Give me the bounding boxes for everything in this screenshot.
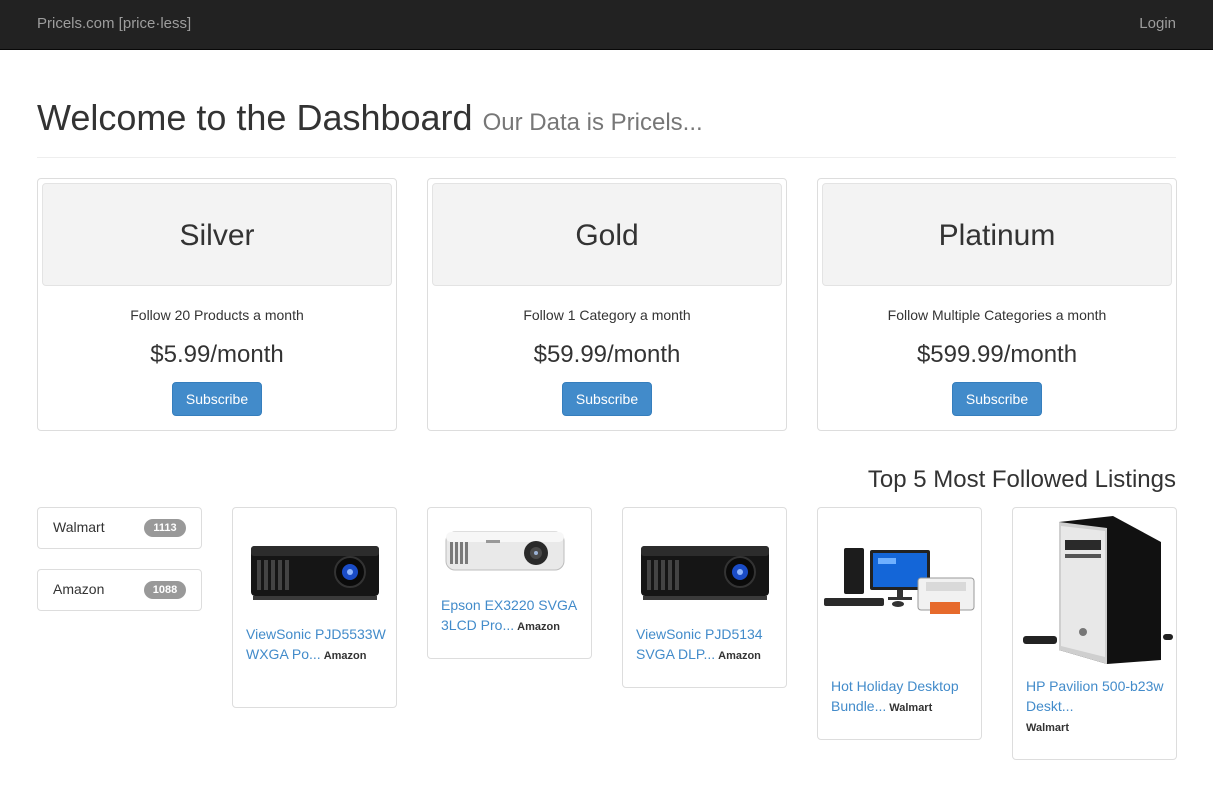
- listing-store: Amazon: [718, 650, 761, 662]
- listing-store: Walmart: [1026, 722, 1069, 734]
- subscribe-button-platinum[interactable]: Subscribe: [952, 382, 1042, 416]
- navbar: Pricels.com [price·less] Login: [0, 0, 1213, 50]
- plan-description: Follow Multiple Categories a month: [887, 307, 1107, 323]
- listing-card[interactable]: HP Pavilion 500-b23w Deskt... Walmart: [1012, 507, 1177, 760]
- store-name: Amazon: [53, 581, 105, 597]
- listing-store: Amazon: [323, 650, 367, 662]
- store-item-amazon[interactable]: Amazon 1088: [37, 569, 202, 611]
- page-subtitle: Our Data is Pricels...: [482, 109, 703, 136]
- plan-price: $599.99/month: [916, 341, 1078, 368]
- store-name: Walmart: [53, 519, 105, 535]
- listing-title-link[interactable]: HP Pavilion 500-b23w Deskt...: [1026, 678, 1164, 714]
- plan-card-silver: Silver Follow 20 Products a month $5.99/…: [37, 178, 397, 431]
- listing-store: Walmart: [889, 702, 933, 714]
- brand-link[interactable]: Pricels.com [price·less]: [37, 15, 191, 32]
- listing-card[interactable]: ViewSonic PJD5533W WXGA Po... Amazon: [232, 507, 397, 708]
- plan-price: $59.99/month: [533, 341, 681, 368]
- page-title: Welcome to the Dashboard Our Data is Pri…: [37, 96, 1176, 145]
- login-link[interactable]: Login: [1139, 15, 1176, 32]
- plan-description: Follow 20 Products a month: [130, 307, 304, 323]
- store-count-badge: 1113: [144, 519, 186, 537]
- projector-image[interactable]: [428, 520, 591, 590]
- desktop-bundle-image[interactable]: [818, 538, 981, 638]
- listing-card[interactable]: Hot Holiday Desktop Bundle... Walmart: [817, 507, 982, 740]
- listing-caption: ViewSonic PJD5134 SVGA DLP... Amazon: [636, 624, 776, 666]
- subscribe-button-silver[interactable]: Subscribe: [172, 382, 262, 416]
- listing-caption: ViewSonic PJD5533W WXGA Po... Amazon: [246, 624, 386, 666]
- page-header: Welcome to the Dashboard Our Data is Pri…: [37, 96, 1176, 158]
- plan-description: Follow 1 Category a month: [523, 307, 691, 323]
- listing-caption: Epson EX3220 SVGA 3LCD Pro... Amazon: [441, 595, 581, 637]
- projector-image[interactable]: [623, 520, 786, 620]
- plan-name: Silver: [42, 183, 392, 286]
- plan-name: Gold: [432, 183, 782, 286]
- plan-name: Platinum: [822, 183, 1172, 286]
- subscribe-button-gold[interactable]: Subscribe: [562, 382, 652, 416]
- listing-store: Amazon: [517, 621, 560, 633]
- listing-caption: Hot Holiday Desktop Bundle... Walmart: [831, 676, 971, 718]
- plan-card-gold: Gold Follow 1 Category a month $59.99/mo…: [427, 178, 787, 431]
- listings-section-title: Top 5 Most Followed Listings: [867, 466, 1176, 493]
- store-item-walmart[interactable]: Walmart 1113: [37, 507, 202, 549]
- store-count-badge: 1088: [144, 581, 186, 599]
- plan-price: $5.99/month: [150, 341, 284, 368]
- listing-card[interactable]: ViewSonic PJD5134 SVGA DLP... Amazon: [622, 507, 787, 688]
- plan-card-platinum: Platinum Follow Multiple Categories a mo…: [817, 178, 1177, 431]
- listing-caption: HP Pavilion 500-b23w Deskt... Walmart: [1026, 676, 1166, 738]
- listing-card[interactable]: Epson EX3220 SVGA 3LCD Pro... Amazon: [427, 507, 592, 659]
- desktop-tower-image[interactable]: [1013, 512, 1176, 667]
- projector-image[interactable]: [233, 520, 396, 620]
- page-title-text: Welcome to the Dashboard: [37, 97, 473, 138]
